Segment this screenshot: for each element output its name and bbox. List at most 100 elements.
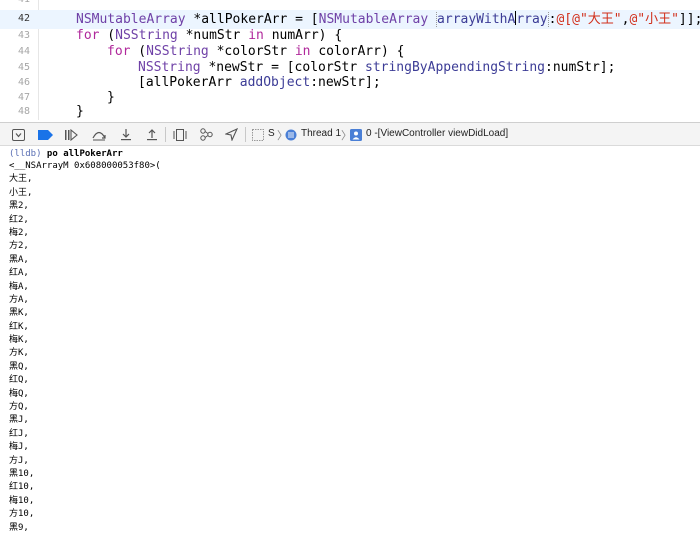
- class-token: NSString: [146, 44, 209, 59]
- continue-icon[interactable]: [63, 127, 79, 142]
- class-token: NSMutableArray: [76, 12, 186, 27]
- line-number: 42: [17, 13, 30, 24]
- console-output-line: 黑10,: [9, 468, 35, 479]
- keyword-token: in: [248, 28, 264, 43]
- code-token: *newStr = [colorStr: [200, 60, 365, 75]
- line-number: 44: [17, 46, 30, 57]
- code-text[interactable]: NSString *newStr = [colorStr stringByApp…: [138, 60, 615, 76]
- code-text[interactable]: [allPokerArr addObject:newStr];: [138, 75, 381, 91]
- keyword-token: for: [107, 44, 131, 59]
- line-number: 43: [17, 30, 30, 41]
- method-token: rray: [516, 12, 548, 27]
- console-output-line: 梅A,: [9, 281, 29, 292]
- console-output-line: 梅10,: [9, 495, 35, 506]
- class-token: NSMutableArray: [318, 12, 429, 27]
- code-token: *numStr: [177, 28, 249, 43]
- console-output-line: 黑J,: [9, 415, 29, 426]
- console-output-line: 黑2,: [9, 201, 29, 212]
- breadcrumb-thread[interactable]: Thread 1: [301, 128, 341, 139]
- console-output-line: 红A,: [9, 268, 29, 279]
- console-output-line: 黑A,: [9, 254, 29, 265]
- hide-debug-area-icon[interactable]: [10, 127, 26, 142]
- toolbar-divider: [245, 127, 246, 142]
- code-token: :numStr];: [545, 60, 616, 75]
- code-token: *allPokerArr = [: [185, 12, 319, 27]
- console-output-line: 方Q,: [9, 402, 29, 413]
- console-output-line: 大王,: [9, 174, 33, 185]
- line-number: 41: [0, 0, 30, 5]
- console-output-line: 方J,: [9, 455, 29, 466]
- code-line-46[interactable]: 46 [allPokerArr addObject:newStr];: [0, 75, 700, 91]
- console-output-line: 梅K,: [9, 335, 29, 346]
- location-icon[interactable]: [223, 127, 239, 142]
- code-token: colorArr) {: [310, 44, 405, 59]
- class-token: NSString: [138, 60, 201, 75]
- code-editor[interactable]: 41 42 NSMutableArray *allPokerArr = [NSM…: [0, 0, 700, 120]
- process-grid-icon[interactable]: [250, 127, 266, 142]
- console-output-line: 红10,: [9, 482, 35, 493]
- console-output-line: 梅2,: [9, 227, 29, 238]
- view-hierarchy-icon[interactable]: [172, 127, 188, 142]
- console-output-line: 小王,: [9, 187, 33, 198]
- method-placeholder[interactable]: arrayWithArray: [436, 11, 549, 27]
- string-token: @"小王": [629, 12, 679, 27]
- toolbar-divider: [165, 127, 166, 142]
- code-text[interactable]: }: [76, 104, 84, 120]
- console-output-line: 方2,: [9, 241, 29, 252]
- console-output-line: 梅J,: [9, 442, 29, 453]
- code-text[interactable]: for (NSString *colorStr in colorArr) {: [107, 44, 404, 60]
- console-output-line: 红2,: [9, 214, 29, 225]
- code-token: numArr) {: [263, 28, 343, 43]
- stack-frame-icon: [348, 127, 364, 142]
- console-output-line: 方A,: [9, 294, 29, 305]
- code-line-48[interactable]: 48 }: [0, 104, 700, 120]
- code-token: ]];: [678, 12, 700, 27]
- lldb-prompt: (lldb): [9, 149, 42, 159]
- line-number: 46: [17, 77, 30, 88]
- keyword-token: for: [76, 28, 100, 43]
- debug-console[interactable]: (lldb) po allPokerArr <__NSArrayM 0x6080…: [0, 148, 700, 535]
- code-line-43[interactable]: 43 for (NSString *numStr in numArr) {: [0, 28, 700, 44]
- code-token: (: [99, 28, 116, 43]
- thread-icon: [283, 127, 299, 142]
- string-token: @"大王": [572, 12, 622, 27]
- console-output-line: 黑K,: [9, 308, 29, 319]
- code-token: *colorStr: [208, 44, 295, 59]
- code-token: :newStr];: [310, 75, 381, 90]
- method-token: addObject: [239, 75, 311, 90]
- console-output-line: 黑Q,: [9, 361, 29, 372]
- code-token: [allPokerArr: [138, 75, 240, 90]
- memory-graph-icon[interactable]: [198, 127, 214, 142]
- console-output-line: 黑9,: [9, 522, 29, 533]
- code-line-44[interactable]: 44 for (NSString *colorStr in colorArr) …: [0, 44, 700, 60]
- console-output-line: 红J,: [9, 428, 29, 439]
- breadcrumb-frame[interactable]: 0 -[ViewController viewDidLoad]: [366, 128, 508, 139]
- breakpoints-toggle-icon[interactable]: [37, 127, 53, 142]
- line-number: 47: [17, 92, 30, 103]
- console-output-line: <__NSArrayM 0x608000053f80>(: [9, 161, 161, 171]
- code-line-41[interactable]: 41: [0, 0, 700, 8]
- console-prompt-line: (lldb) po allPokerArr: [9, 148, 123, 160]
- breadcrumb-process[interactable]: S: [268, 128, 275, 139]
- console-output-line: 红K,: [9, 321, 29, 332]
- step-into-icon[interactable]: [118, 127, 134, 142]
- code-text[interactable]: for (NSString *numStr in numArr) {: [76, 28, 342, 44]
- step-out-icon[interactable]: [144, 127, 160, 142]
- console-output-line: 方K,: [9, 348, 29, 359]
- code-line-45[interactable]: 45 NSString *newStr = [colorStr stringBy…: [0, 60, 700, 76]
- debug-toolbar: S 〉 Thread 1 〉 0 -[ViewController viewDi…: [0, 122, 700, 146]
- console-output: <__NSArrayM 0x608000053f80>( 大王, 小王, 黑2, 红2,…: [9, 160, 161, 535]
- code-token: (: [130, 44, 147, 59]
- console-command: po allPokerArr: [41, 149, 123, 159]
- line-number: 45: [17, 62, 30, 73]
- console-output-line: 梅Q,: [9, 388, 29, 399]
- method-token: arrayWithA: [437, 12, 516, 27]
- line-number: 48: [17, 106, 30, 117]
- console-output-line: 方10,: [9, 509, 35, 520]
- step-over-icon[interactable]: [91, 127, 107, 142]
- code-text[interactable]: NSMutableArray *allPokerArr = [NSMutable…: [76, 11, 700, 28]
- method-token: stringByAppendingString: [365, 60, 546, 75]
- console-output-line: 红Q,: [9, 375, 29, 386]
- code-line-42[interactable]: 42 NSMutableArray *allPokerArr = [NSMuta…: [0, 11, 700, 27]
